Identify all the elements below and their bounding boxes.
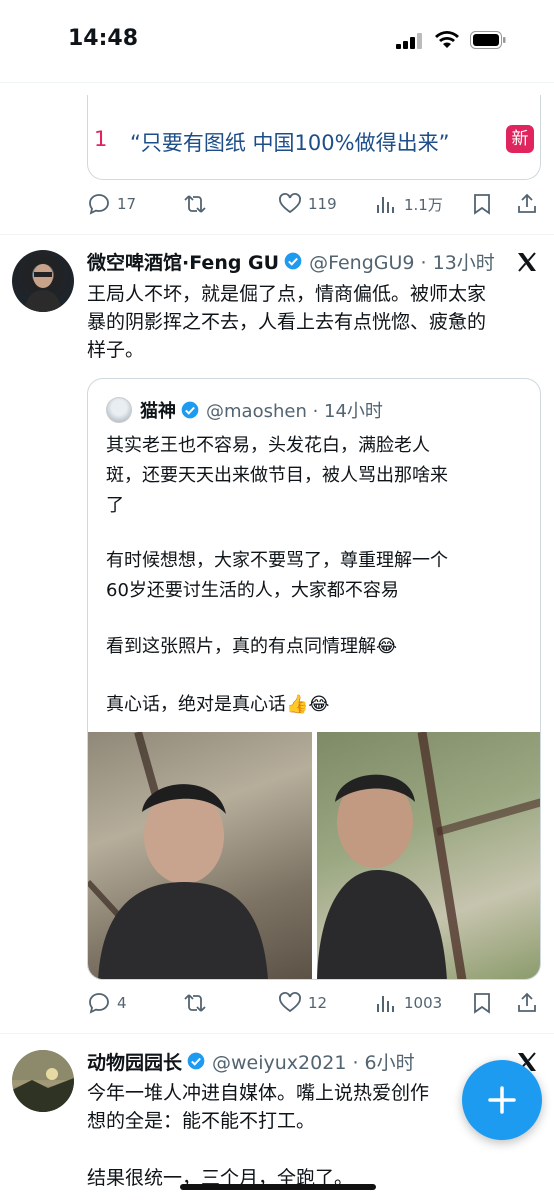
trend-title[interactable]: “只要有图纸 中国100%做得出来” bbox=[130, 127, 449, 157]
quote-header: 猫神 @maoshen · 14小时 bbox=[140, 397, 383, 423]
like-icon bbox=[279, 193, 301, 214]
quote-paragraph-3: 看到这张照片，真的有点同情理解😂 bbox=[106, 636, 398, 657]
tweet-line: 样子。 bbox=[87, 339, 145, 361]
tweet-header: 微空啤酒馆·Feng GU @FengGU9 · 13小时 bbox=[87, 248, 495, 274]
author-name[interactable]: 微空啤酒馆·Feng GU bbox=[87, 248, 279, 275]
reply-icon bbox=[89, 993, 109, 1014]
view-count: 1.1万 bbox=[404, 195, 443, 214]
share-button[interactable] bbox=[515, 988, 539, 1018]
verified-icon bbox=[284, 252, 302, 270]
trend-card[interactable]: 1 “只要有图纸 中国100%做得出来” 新 bbox=[87, 95, 541, 180]
tweet-actions: 4 12 1003 bbox=[87, 988, 541, 1018]
repost-icon bbox=[184, 994, 206, 1012]
x-logo-icon[interactable] bbox=[515, 250, 539, 274]
like-button[interactable]: 119 bbox=[278, 189, 337, 219]
reply-count: 4 bbox=[117, 994, 127, 1012]
reply-icon bbox=[89, 194, 109, 215]
repost-button[interactable] bbox=[183, 189, 207, 219]
verified-icon bbox=[187, 1052, 205, 1070]
bookmark-button[interactable] bbox=[470, 189, 494, 219]
wifi-icon bbox=[435, 31, 459, 48]
views-icon bbox=[377, 996, 394, 1012]
quote-line: 斑，还要天天出来做节目，被人骂出那啥来 bbox=[106, 465, 448, 486]
share-icon bbox=[518, 193, 536, 213]
quote-author-handle[interactable]: @maoshen · 14小时 bbox=[206, 397, 383, 423]
avatar[interactable] bbox=[12, 250, 74, 312]
reply-button[interactable]: 4 bbox=[87, 988, 127, 1018]
like-button[interactable]: 12 bbox=[278, 988, 327, 1018]
views-button[interactable]: 1.1万 bbox=[374, 189, 443, 219]
home-indicator bbox=[180, 1184, 376, 1190]
quote-line: 其实老王也不容易，头发花白，满脸老人 bbox=[106, 435, 430, 456]
tweet-line: 王局人不坏，就是倔了点，情商偏低。被师太家 bbox=[87, 283, 487, 305]
author-handle[interactable]: @FengGU9 · 13小时 bbox=[309, 248, 495, 275]
reply-count: 17 bbox=[117, 195, 137, 213]
author-name[interactable]: 动物园园长 bbox=[87, 1048, 182, 1075]
compose-button[interactable] bbox=[462, 1060, 542, 1140]
view-count: 1003 bbox=[404, 994, 443, 1012]
tweet-actions: 17 119 1.1万 bbox=[87, 189, 541, 219]
share-button[interactable] bbox=[515, 189, 539, 219]
status-bar: 14:48 bbox=[0, 0, 554, 82]
tweet-divider bbox=[0, 1033, 554, 1034]
repost-icon bbox=[184, 195, 206, 213]
quote-avatar[interactable] bbox=[106, 397, 132, 423]
quote-line: 有时候想想，大家不要骂了，尊重理解一个 bbox=[106, 550, 448, 571]
quote-tweet[interactable]: 猫神 @maoshen · 14小时 其实老王也不容易，头发花白，满脸老人 斑，… bbox=[87, 378, 541, 980]
share-icon bbox=[518, 992, 536, 1012]
new-badge: 新 bbox=[506, 125, 534, 153]
like-icon bbox=[279, 992, 301, 1013]
quote-paragraph-2: 有时候想想，大家不要骂了，尊重理解一个 60岁还要讨生活的人，大家都不容易 bbox=[106, 546, 526, 606]
avatar[interactable] bbox=[12, 1050, 74, 1112]
tweet-body: 王局人不坏，就是倔了点，情商偏低。被师太家 暴的阴影挥之不去，人看上去有点恍惚、… bbox=[87, 280, 537, 364]
avatar-portrait-icon bbox=[24, 264, 62, 312]
quote-photo[interactable] bbox=[88, 732, 312, 979]
tweet-divider bbox=[0, 234, 554, 235]
quote-line: 60岁还要讨生活的人，大家都不容易 bbox=[106, 580, 399, 601]
views-icon bbox=[377, 197, 394, 213]
quote-paragraph-4: 真心话，绝对是真心话👍😂 bbox=[106, 694, 330, 715]
repost-button[interactable] bbox=[183, 988, 207, 1018]
quote-author-name[interactable]: 猫神 bbox=[140, 397, 176, 423]
reply-button[interactable]: 17 bbox=[87, 189, 136, 219]
status-time: 14:48 bbox=[68, 26, 139, 51]
verified-icon bbox=[181, 401, 199, 419]
status-divider bbox=[0, 82, 554, 83]
quote-paragraph-1: 其实老王也不容易，头发花白，满脸老人 斑，还要天天出来做节目，被人骂出那啥来 了 bbox=[106, 431, 526, 521]
bookmark-button[interactable] bbox=[470, 988, 494, 1018]
compose-plus-icon bbox=[488, 1086, 516, 1114]
quote-line: 了 bbox=[106, 495, 124, 516]
trend-rank: 1 bbox=[94, 127, 108, 151]
quote-photo[interactable] bbox=[317, 732, 540, 979]
author-handle[interactable]: @weiyux2021 · 6小时 bbox=[212, 1048, 415, 1075]
like-count: 12 bbox=[308, 994, 328, 1012]
views-button[interactable]: 1003 bbox=[374, 988, 442, 1018]
battery-icon bbox=[470, 31, 506, 49]
cellular-signal-icon bbox=[396, 33, 422, 49]
bookmark-icon bbox=[474, 194, 490, 215]
like-count: 119 bbox=[308, 195, 337, 213]
bookmark-icon bbox=[474, 993, 490, 1014]
photo-content bbox=[317, 732, 540, 979]
tweet-header: 动物园园长 @weiyux2021 · 6小时 bbox=[87, 1048, 415, 1074]
avatar-landscape-icon bbox=[12, 1050, 74, 1112]
tweet-line: 暴的阴影挥之不去，人看上去有点恍惚、疲惫的 bbox=[87, 311, 487, 333]
photo-content bbox=[88, 732, 268, 979]
